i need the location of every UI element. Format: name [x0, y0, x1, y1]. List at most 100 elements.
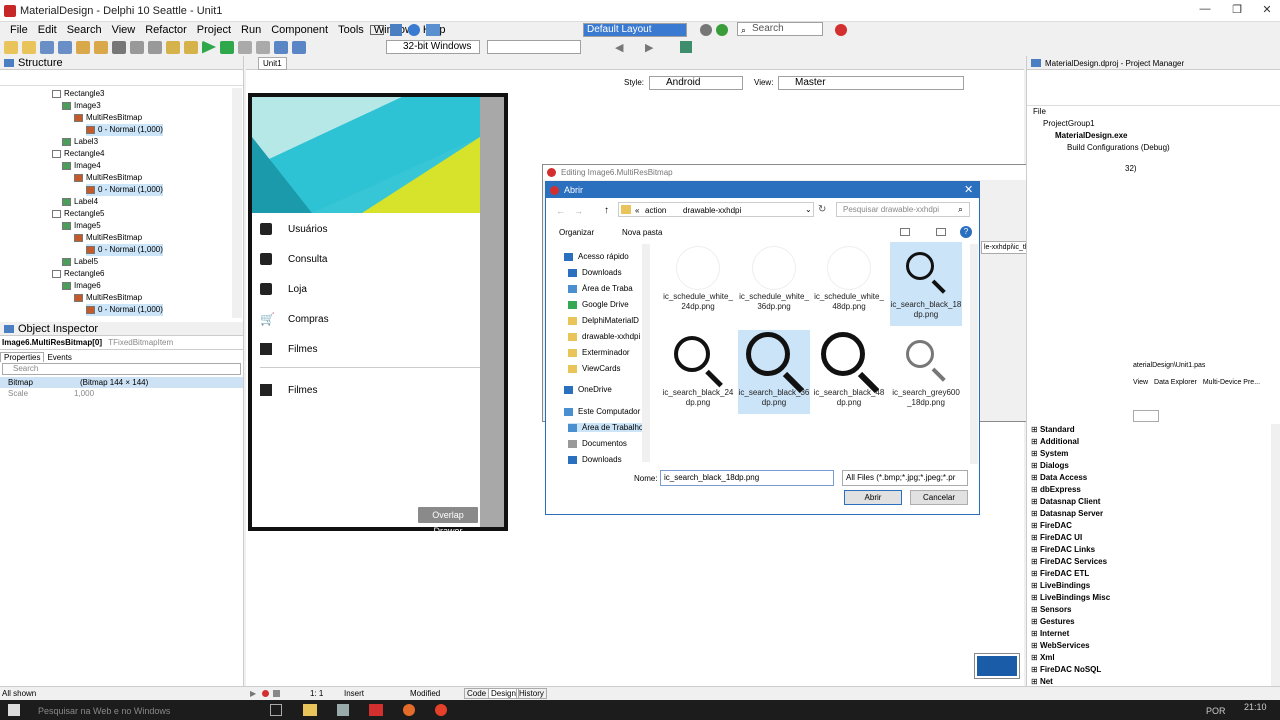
remove-file-icon[interactable]	[184, 40, 198, 54]
open-button[interactable]: Abrir	[844, 490, 902, 505]
refresh-icon[interactable]: ↻	[818, 204, 826, 215]
expand-icon[interactable]: ⊞	[1031, 533, 1040, 542]
language-indicator[interactable]: POR	[1206, 706, 1226, 716]
nav-item[interactable]: ViewCards	[568, 364, 642, 373]
project-exe[interactable]: MaterialDesign.exe	[1033, 130, 1280, 142]
file-item[interactable]: ic_search_grey600_18dp.png	[890, 330, 962, 414]
palette-category[interactable]: ⊞ LiveBindings	[1031, 580, 1090, 592]
nav-forward-icon[interactable]: →	[574, 206, 583, 216]
expand-icon[interactable]: ⊞	[1031, 629, 1040, 638]
nav-item[interactable]: Área de Traba	[568, 284, 642, 293]
file-explorer-icon[interactable]	[303, 704, 317, 716]
view-unit-icon[interactable]	[148, 40, 162, 54]
close-project-icon[interactable]	[835, 24, 847, 36]
layout-restore-icon[interactable]	[716, 24, 728, 36]
palette-category[interactable]: ⊞ FireDAC NoSQL	[1031, 664, 1101, 676]
tab-unit1[interactable]: Unit1	[258, 57, 287, 70]
filename-input[interactable]: ic_search_black_18dp.png	[660, 470, 834, 486]
add-file-icon[interactable]	[166, 40, 180, 54]
nav-item[interactable]: Área de Trabalho	[568, 423, 642, 432]
expand-icon[interactable]: ⊞	[1031, 605, 1040, 614]
pause-icon[interactable]	[238, 40, 252, 54]
file-scrollbar[interactable]	[970, 244, 978, 464]
tree-scrollbar[interactable]	[232, 88, 242, 318]
prop-row-bitmap[interactable]: Bitmap (Bitmap 144 × 144)	[0, 377, 243, 388]
structure-tree-item[interactable]: Label5	[62, 256, 98, 268]
structure-tree-item[interactable]: 0 - Normal (1,000)	[86, 244, 163, 256]
app-icon-2[interactable]	[403, 704, 415, 716]
minimize-button[interactable]: —	[1190, 3, 1220, 19]
breadcrumb-drawable[interactable]: drawable-xxhdpi	[683, 206, 741, 215]
expand-icon[interactable]: ⊞	[1031, 653, 1040, 662]
cancel-button[interactable]: Cancelar	[910, 490, 968, 505]
toggle-form-icon[interactable]	[130, 40, 144, 54]
file-item[interactable]: ic_schedule_white_36dp.png	[738, 242, 810, 326]
taskbar-search[interactable]: Pesquisar na Web e no Windows	[38, 706, 170, 716]
filetype-select[interactable]: All Files (*.bmp;*.jpg;*.jpeg;*.pr	[842, 470, 968, 486]
play-icon[interactable]: ▶	[250, 689, 256, 698]
palette-category[interactable]: ⊞ FireDAC Services	[1031, 556, 1107, 568]
menu-file[interactable]: File	[10, 24, 28, 36]
nav-item[interactable]: Documentos	[568, 439, 642, 448]
stop-icon[interactable]	[256, 40, 270, 54]
expand-icon[interactable]: ⊞	[1031, 485, 1040, 494]
palette-category[interactable]: ⊞ FireDAC Links	[1031, 544, 1095, 556]
structure-tree-item[interactable]: Label4	[62, 196, 98, 208]
expand-icon[interactable]: ⊞	[1031, 665, 1040, 674]
expand-icon[interactable]: ⊞	[1031, 497, 1040, 506]
config-combo[interactable]	[487, 40, 581, 54]
menu-search[interactable]: Search	[67, 24, 102, 36]
nav-item[interactable]: Acesso rápido	[564, 252, 642, 261]
prop-row-scale[interactable]: Scale 1,000	[0, 388, 243, 399]
help-icon[interactable]: ?	[960, 226, 972, 238]
breadcrumb-more[interactable]: «	[635, 206, 639, 215]
nav-back-icon[interactable]: ←	[556, 206, 565, 216]
structure-tree-item[interactable]: 0 - Normal (1,000)	[86, 124, 163, 136]
organize-button[interactable]: Organizar	[559, 228, 594, 237]
structure-tree-item[interactable]: MultiResBitmap	[74, 292, 142, 304]
inspector-object-combo[interactable]: Image6.MultiResBitmap[0] TFixedBitmapIte…	[0, 336, 243, 350]
expand-icon[interactable]: ⊞	[1031, 437, 1040, 446]
platform-combo[interactable]: 32-bit Windows	[386, 40, 480, 54]
palette-category[interactable]: ⊞ LiveBindings Misc	[1031, 592, 1110, 604]
palette-category[interactable]: ⊞ Gestures	[1031, 616, 1075, 628]
nav-item[interactable]: Downloads	[568, 455, 642, 464]
expand-icon[interactable]: ⊞	[1031, 581, 1040, 590]
expand-icon[interactable]: ⊞	[1031, 461, 1040, 470]
structure-tree-item[interactable]: MultiResBitmap	[74, 172, 142, 184]
palette-category[interactable]: ⊞ Internet	[1031, 628, 1069, 640]
style-combo[interactable]: Android	[649, 76, 743, 90]
calendar-icon[interactable]	[390, 24, 402, 36]
reopen-icon[interactable]	[94, 40, 108, 54]
mail-icon[interactable]	[370, 25, 384, 35]
stop-record-icon[interactable]	[273, 690, 280, 697]
tab-multi-device-preview[interactable]: Multi-Device Pre...	[1203, 379, 1260, 386]
palette-category[interactable]: ⊞ Data Access	[1031, 472, 1087, 484]
tab-data-explorer[interactable]: Data Explorer	[1154, 379, 1197, 386]
nav-item[interactable]: drawable-xxhdpi	[568, 332, 642, 341]
view-options-icon[interactable]	[900, 228, 910, 236]
drawer-item-filmes-2[interactable]: Filmes	[260, 383, 317, 397]
expand-icon[interactable]: ⊞	[1031, 593, 1040, 602]
windows-start-icon[interactable]	[8, 704, 20, 716]
save-icon[interactable]	[40, 40, 54, 54]
structure-tree-item[interactable]: Image3	[62, 100, 101, 112]
drawer-item-usuarios[interactable]: Usuários	[260, 222, 327, 236]
structure-tree-item[interactable]: Rectangle3	[52, 88, 104, 100]
expand-icon[interactable]: ⊞	[1031, 509, 1040, 518]
palette-category[interactable]: ⊞ WebServices	[1031, 640, 1090, 652]
inspector-search[interactable]: Search	[2, 363, 241, 375]
palette-category[interactable]: ⊞ Additional	[1031, 436, 1079, 448]
save-all-icon[interactable]	[58, 40, 72, 54]
palette-category[interactable]: ⊞ System	[1031, 448, 1068, 460]
structure-tree-item[interactable]: 0 - Normal (1,000)	[86, 304, 163, 316]
step-into-icon[interactable]	[274, 40, 288, 54]
menu-edit[interactable]: Edit	[38, 24, 57, 36]
project-group[interactable]: ProjectGroup1	[1033, 118, 1280, 130]
chrome-icon[interactable]	[435, 704, 447, 716]
layout-save-icon[interactable]	[700, 24, 712, 36]
mobile-form-preview[interactable]: Usuários Consulta Loja 🛒 Compras Filmes F…	[248, 93, 508, 536]
deploy-icon[interactable]	[426, 24, 440, 36]
refresh-icon[interactable]	[408, 24, 420, 36]
menu-run[interactable]: Run	[241, 24, 261, 36]
